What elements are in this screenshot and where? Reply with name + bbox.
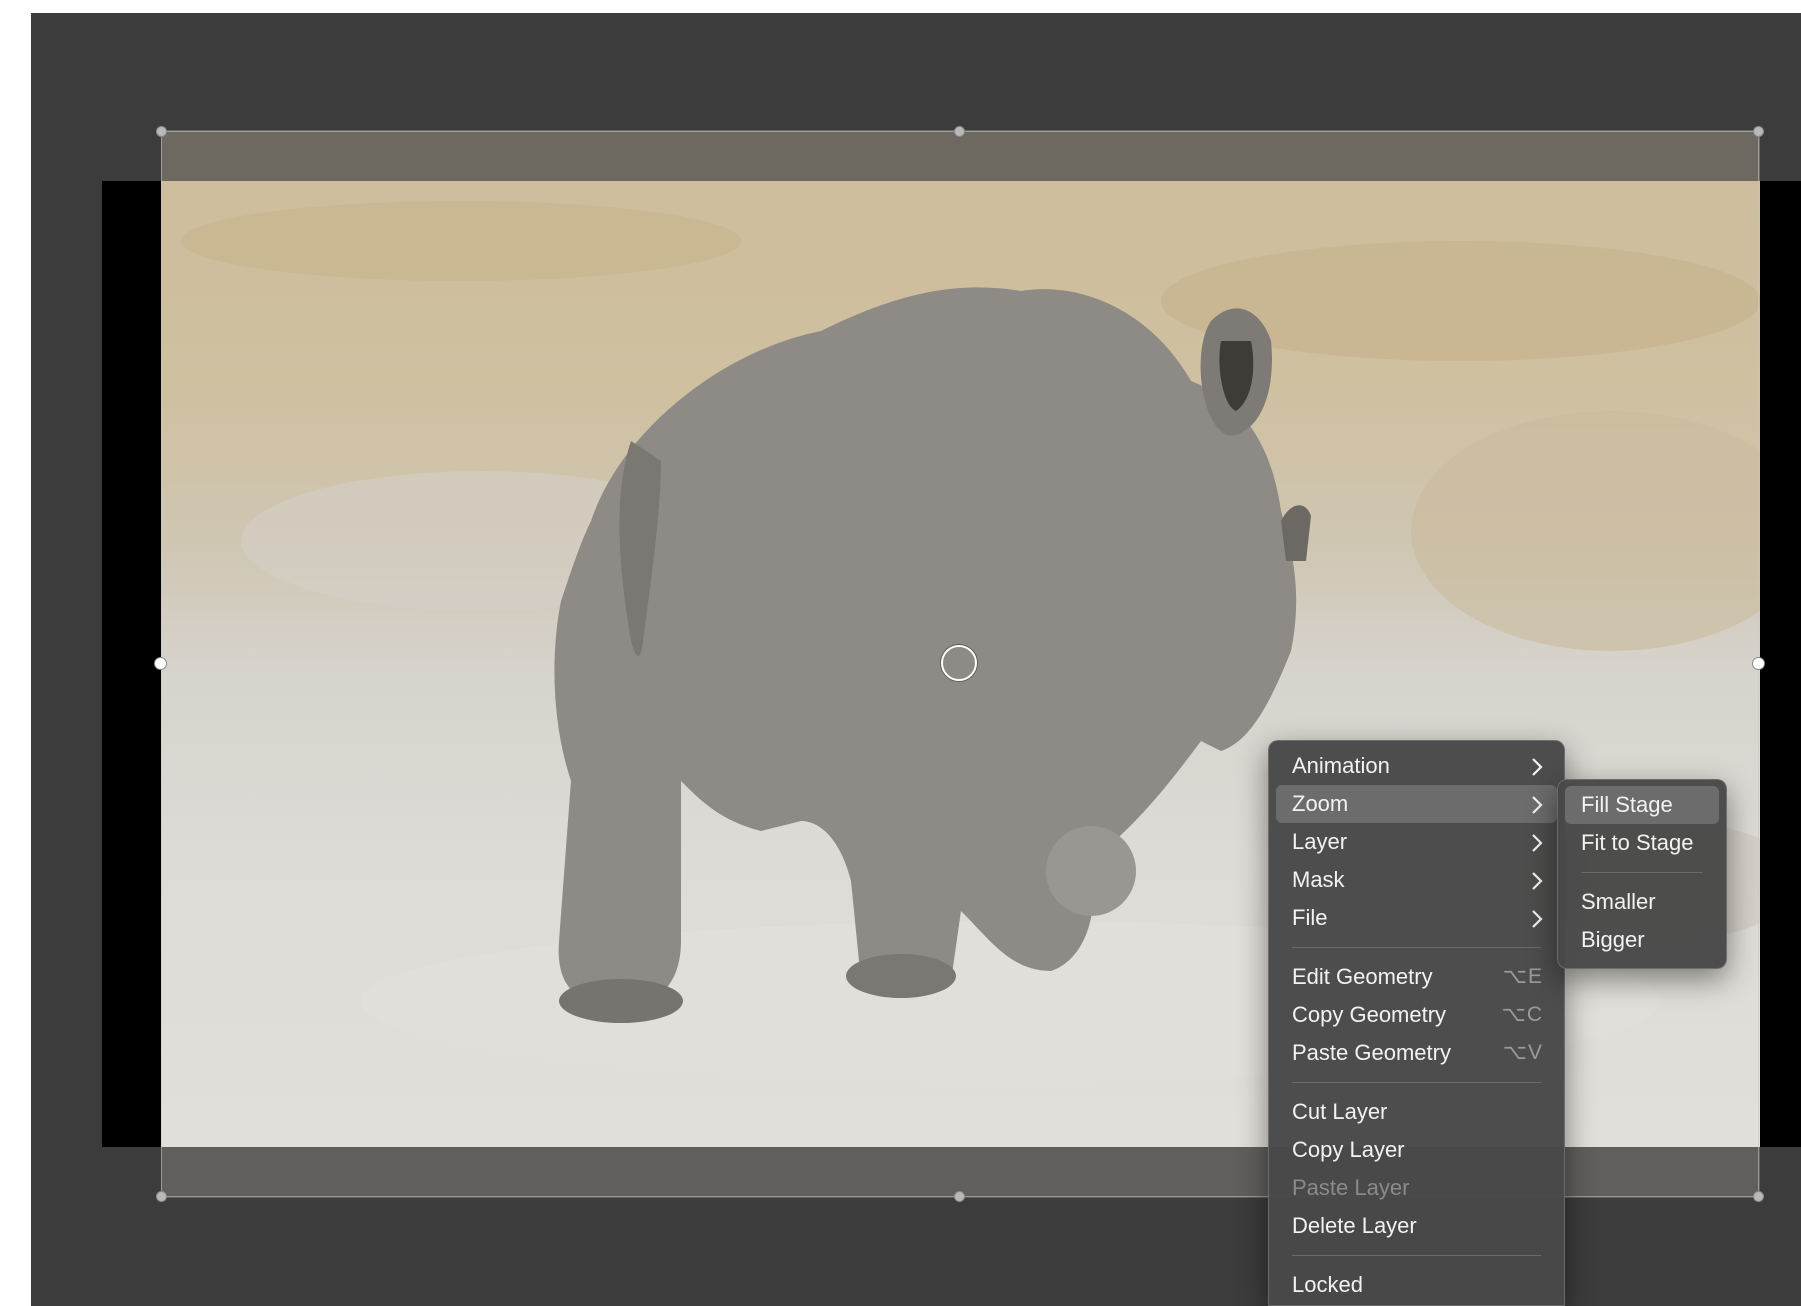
menu-item-label: Edit Geometry — [1292, 964, 1433, 989]
chevron-right-icon — [1531, 785, 1543, 823]
submenu-item-fit-to-stage[interactable]: Fit to Stage — [1565, 824, 1719, 862]
menu-item-locked[interactable]: Locked — [1276, 1266, 1557, 1304]
menu-item-label: Copy Geometry — [1292, 1002, 1447, 1027]
menu-item-edit-geometry[interactable]: Edit Geometry ⌥E — [1276, 958, 1557, 996]
zoom-submenu: Fill Stage Fit to Stage Smaller Bigger — [1557, 779, 1727, 969]
menu-item-copy-geometry[interactable]: Copy Geometry ⌥C — [1276, 996, 1557, 1034]
menu-item-delete-layer[interactable]: Delete Layer — [1276, 1207, 1557, 1245]
menu-item-shortcut: ⌥E — [1502, 965, 1543, 988]
menu-item-label: File — [1292, 905, 1328, 930]
menu-item-label: Delete Layer — [1292, 1213, 1417, 1238]
anchor-point-circle-icon[interactable] — [941, 645, 977, 681]
menu-separator — [1292, 947, 1541, 948]
menu-item-label: Locked — [1292, 1272, 1363, 1297]
resize-handle-top-right[interactable] — [1753, 126, 1764, 137]
submenu-item-smaller[interactable]: Smaller — [1565, 883, 1719, 921]
menu-separator — [1292, 1255, 1541, 1256]
menu-item-label: Animation — [1292, 753, 1390, 778]
resize-handle-top-left[interactable] — [156, 126, 167, 137]
submenu-item-bigger[interactable]: Bigger — [1565, 921, 1719, 959]
chevron-right-icon — [1531, 747, 1543, 785]
menu-item-label: Paste Geometry — [1292, 1040, 1451, 1065]
menu-item-file[interactable]: File — [1276, 899, 1557, 937]
resize-handle-right[interactable] — [1752, 657, 1765, 670]
submenu-item-fill-stage[interactable]: Fill Stage — [1565, 786, 1719, 824]
menu-item-shortcut: ⌥V — [1502, 1041, 1543, 1064]
chevron-right-icon — [1531, 823, 1543, 861]
resize-handle-bottom-left[interactable] — [156, 1191, 167, 1202]
submenu-item-label: Fit to Stage — [1581, 830, 1694, 855]
context-menu: Animation Zoom Layer Mask File Edit Geom… — [1268, 740, 1565, 1306]
menu-item-label: Zoom — [1292, 791, 1349, 816]
menu-item-mask[interactable]: Mask — [1276, 861, 1557, 899]
menu-separator — [1292, 1082, 1541, 1083]
menu-item-zoom[interactable]: Zoom — [1276, 785, 1557, 823]
resize-handle-left[interactable] — [154, 657, 167, 670]
chevron-right-icon — [1531, 899, 1543, 937]
menu-item-paste-geometry[interactable]: Paste Geometry ⌥V — [1276, 1034, 1557, 1072]
menu-item-label: Paste Layer — [1292, 1175, 1410, 1200]
menu-item-label: Copy Layer — [1292, 1137, 1405, 1162]
chevron-right-icon — [1531, 861, 1543, 899]
resize-handle-bottom[interactable] — [954, 1191, 965, 1202]
menu-item-label: Cut Layer — [1292, 1099, 1388, 1124]
menu-item-shortcut: ⌥C — [1501, 1003, 1543, 1026]
menu-item-paste-layer: Paste Layer — [1276, 1169, 1557, 1207]
menu-item-label: Layer — [1292, 829, 1348, 854]
submenu-item-label: Smaller — [1581, 889, 1656, 914]
submenu-item-label: Fill Stage — [1581, 792, 1673, 817]
resize-handle-bottom-right[interactable] — [1753, 1191, 1764, 1202]
menu-item-layer[interactable]: Layer — [1276, 823, 1557, 861]
menu-separator — [1581, 872, 1703, 873]
menu-item-label: Mask — [1292, 867, 1345, 892]
menu-item-copy-layer[interactable]: Copy Layer — [1276, 1131, 1557, 1169]
menu-item-cut-layer[interactable]: Cut Layer — [1276, 1093, 1557, 1131]
menu-item-animation[interactable]: Animation — [1276, 747, 1557, 785]
submenu-item-label: Bigger — [1581, 927, 1645, 952]
resize-handle-top[interactable] — [954, 126, 965, 137]
